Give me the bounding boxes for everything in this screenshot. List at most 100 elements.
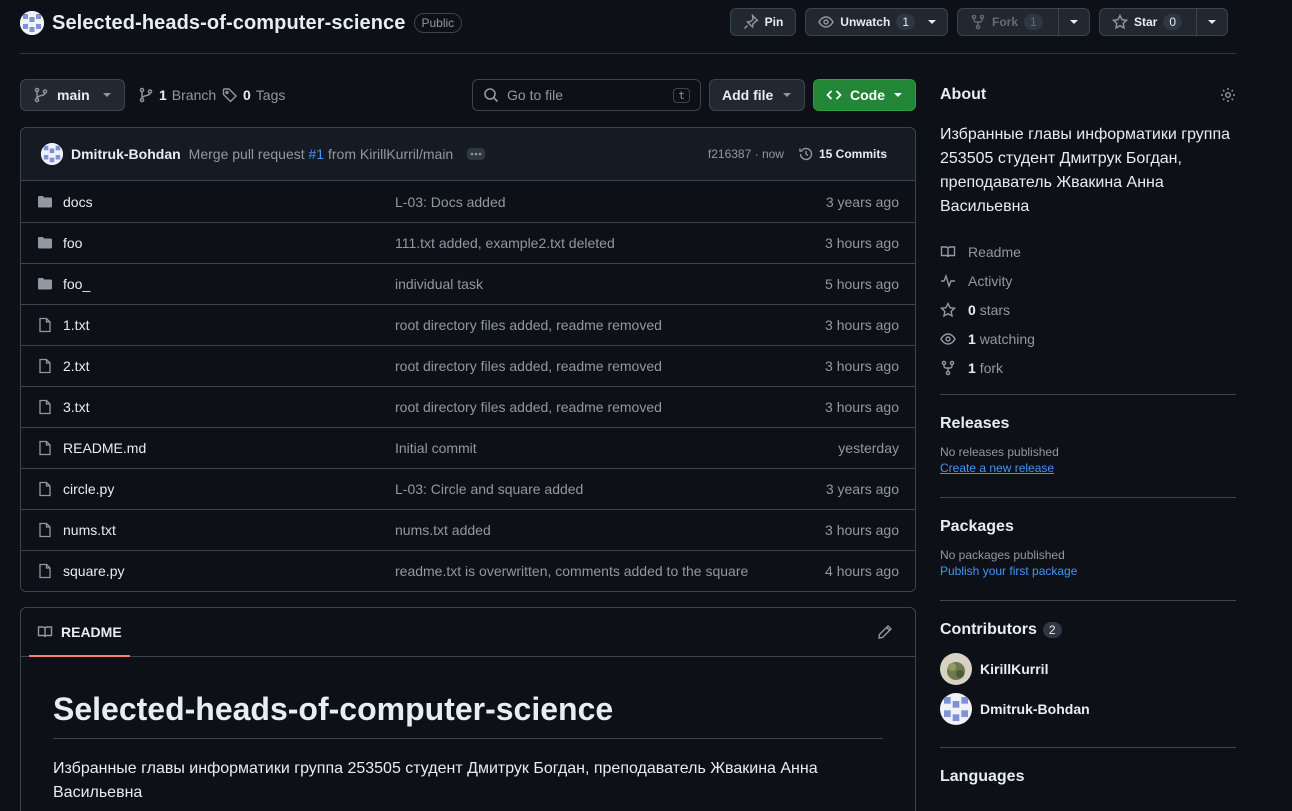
fork-button[interactable]: Fork 1: [957, 8, 1090, 36]
owner-avatar[interactable]: [20, 11, 44, 35]
commits-history-link[interactable]: 15 Commits: [798, 146, 887, 162]
branch-selector[interactable]: main: [20, 79, 125, 111]
file-commit-age: yesterday: [838, 440, 899, 456]
contributor-item[interactable]: KirillKurril: [940, 649, 1236, 689]
packages-title[interactable]: Packages: [940, 518, 1236, 536]
star-icon: [1112, 14, 1128, 30]
file-commit-message[interactable]: L-03: Docs added: [395, 194, 506, 210]
shortcut-key: t: [673, 87, 690, 103]
file-icon: [37, 399, 53, 415]
file-name[interactable]: 2.txt: [63, 358, 89, 374]
file-row[interactable]: circle.py L-03: Circle and square added 3 …: [21, 468, 915, 509]
commit-message[interactable]: Merge pull request #1 from KirillKurril/…: [189, 146, 454, 162]
tags-link[interactable]: 0 Tags: [222, 79, 285, 111]
caret-down-icon: [1069, 17, 1079, 27]
readme-heading: Selected-heads-of-computer-science: [53, 691, 883, 739]
file-commit-message[interactable]: root directory files added, readme remov…: [395, 399, 662, 415]
about-description: Избранные главы информатики группа 25350…: [940, 126, 1231, 215]
caret-down-icon: [1207, 17, 1217, 27]
file-row[interactable]: docs L-03: Docs added 3 years ago: [21, 181, 915, 222]
file-name[interactable]: foo_: [63, 276, 90, 292]
caret-down-icon: [782, 90, 792, 100]
file-commit-age: 5 hours ago: [825, 276, 899, 292]
book-icon: [37, 624, 53, 640]
file-row[interactable]: foo_ individual task 5 hours ago: [21, 263, 915, 304]
file-row[interactable]: foo 111.txt added, example2.txt deleted 3 …: [21, 222, 915, 263]
file-name[interactable]: docs: [63, 194, 93, 210]
file-row[interactable]: 1.txt root directory files added, readme …: [21, 304, 915, 345]
fork-icon: [940, 360, 956, 376]
file-name[interactable]: square.py: [63, 563, 124, 579]
branch-icon: [33, 87, 49, 103]
add-file-button[interactable]: Add file: [709, 79, 805, 111]
star-dropdown[interactable]: [1196, 9, 1227, 35]
publish-package-link[interactable]: Publish your first package: [940, 564, 1077, 578]
contributors-title[interactable]: Contributors: [940, 621, 1037, 639]
branches-count: 1: [159, 87, 167, 103]
eye-icon: [818, 14, 835, 30]
gear-icon[interactable]: [1220, 87, 1236, 103]
file-commit-message[interactable]: 111.txt added, example2.txt deleted: [395, 235, 615, 251]
stars-link[interactable]: 0 stars: [940, 295, 1236, 324]
pin-button[interactable]: Pin: [729, 8, 797, 36]
edit-readme-button[interactable]: [877, 624, 893, 640]
unwatch-button[interactable]: Unwatch 1: [805, 8, 948, 36]
file-commit-message[interactable]: nums.txt added: [395, 522, 491, 538]
tab-readme[interactable]: README: [29, 608, 130, 657]
readme-link-label: Readme: [968, 243, 1021, 260]
watch-dropdown[interactable]: [927, 9, 947, 35]
file-name[interactable]: 1.txt: [63, 317, 89, 333]
pull-request-link[interactable]: #1: [309, 146, 325, 162]
caret-down-icon: [102, 90, 112, 100]
go-to-file-placeholder: Go to file: [507, 87, 564, 103]
watching-link[interactable]: 1 watching: [940, 324, 1236, 353]
go-to-file-input[interactable]: Go to file t: [472, 79, 701, 111]
watching-count: 1: [968, 330, 976, 347]
watch-counter: 1: [896, 14, 915, 30]
file-name[interactable]: 3.txt: [63, 399, 89, 415]
readme-link[interactable]: Readme: [940, 237, 1236, 266]
commit-meta: f216387 · now 15 Commits: [708, 146, 887, 162]
star-button[interactable]: Star 0: [1099, 8, 1228, 36]
branches-link[interactable]: 1 Branch: [138, 79, 216, 111]
pin-label: Pin: [764, 15, 784, 29]
file-commit-message[interactable]: root directory files added, readme remov…: [395, 358, 662, 374]
file-row[interactable]: nums.txt nums.txt added 3 hours ago: [21, 509, 915, 550]
file-commit-message[interactable]: L-03: Circle and square added: [395, 481, 583, 497]
unwatch-label: Unwatch: [840, 15, 891, 29]
file-name[interactable]: circle.py: [63, 481, 114, 497]
tags-count: 0: [243, 87, 251, 103]
file-commit-age: 3 hours ago: [825, 399, 899, 415]
file-name[interactable]: foo: [63, 235, 82, 251]
activity-link[interactable]: Activity: [940, 266, 1236, 295]
packages-empty: No packages published: [940, 548, 1065, 562]
stars-count: 0: [968, 301, 976, 318]
file-row[interactable]: README.md Initial commit yesterday: [21, 427, 915, 468]
file-commit-message[interactable]: root directory files added, readme remov…: [395, 317, 662, 333]
repo-name[interactable]: Selected-heads-of-computer-science: [52, 12, 406, 35]
commit-author-avatar[interactable]: [41, 143, 63, 165]
commit-hash-time[interactable]: f216387 · now: [708, 147, 784, 161]
file-commit-message[interactable]: readme.txt is overwritten, comments adde…: [395, 563, 748, 579]
releases-title[interactable]: Releases: [940, 415, 1236, 433]
file-commit-message[interactable]: Initial commit: [395, 440, 477, 456]
contributor-item[interactable]: Dmitruk-Bohdan: [940, 689, 1236, 729]
file-row[interactable]: 3.txt root directory files added, readme …: [21, 386, 915, 427]
expand-commit-button[interactable]: [467, 148, 486, 160]
file-row[interactable]: square.py readme.txt is overwritten, comm…: [21, 550, 915, 591]
file-name[interactable]: README.md: [63, 440, 146, 456]
tags-label: Tags: [255, 87, 286, 103]
commit-author[interactable]: Dmitruk-Bohdan: [71, 146, 181, 162]
contributor-name: KirillKurril: [980, 661, 1049, 677]
file-row[interactable]: 2.txt root directory files added, readme …: [21, 345, 915, 386]
languages-title: Languages: [940, 768, 1025, 785]
create-release-link[interactable]: Create a new release: [940, 461, 1054, 475]
forks-link[interactable]: 1 fork: [940, 353, 1236, 382]
contributors-section: Contributors 2 KirillKurril Dmitruk-Bohd…: [940, 600, 1236, 729]
fork-dropdown[interactable]: [1058, 9, 1089, 35]
search-icon: [483, 87, 499, 103]
repo-header: Selected-heads-of-computer-science Publi…: [20, 8, 1236, 54]
file-commit-message[interactable]: individual task: [395, 276, 483, 292]
code-button[interactable]: Code: [813, 79, 916, 111]
file-name[interactable]: nums.txt: [63, 522, 116, 538]
